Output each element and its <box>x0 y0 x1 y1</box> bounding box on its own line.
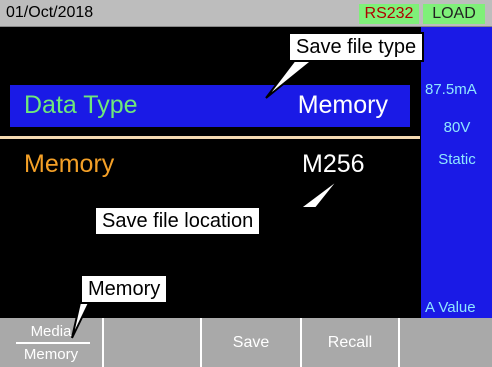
file-type-callout: Save file type <box>288 32 425 62</box>
file-location-callout: Save file location <box>94 206 262 236</box>
file-type-pointer <box>265 55 321 99</box>
memory-callout: Memory <box>80 274 169 304</box>
file-location-pointer <box>297 177 341 209</box>
